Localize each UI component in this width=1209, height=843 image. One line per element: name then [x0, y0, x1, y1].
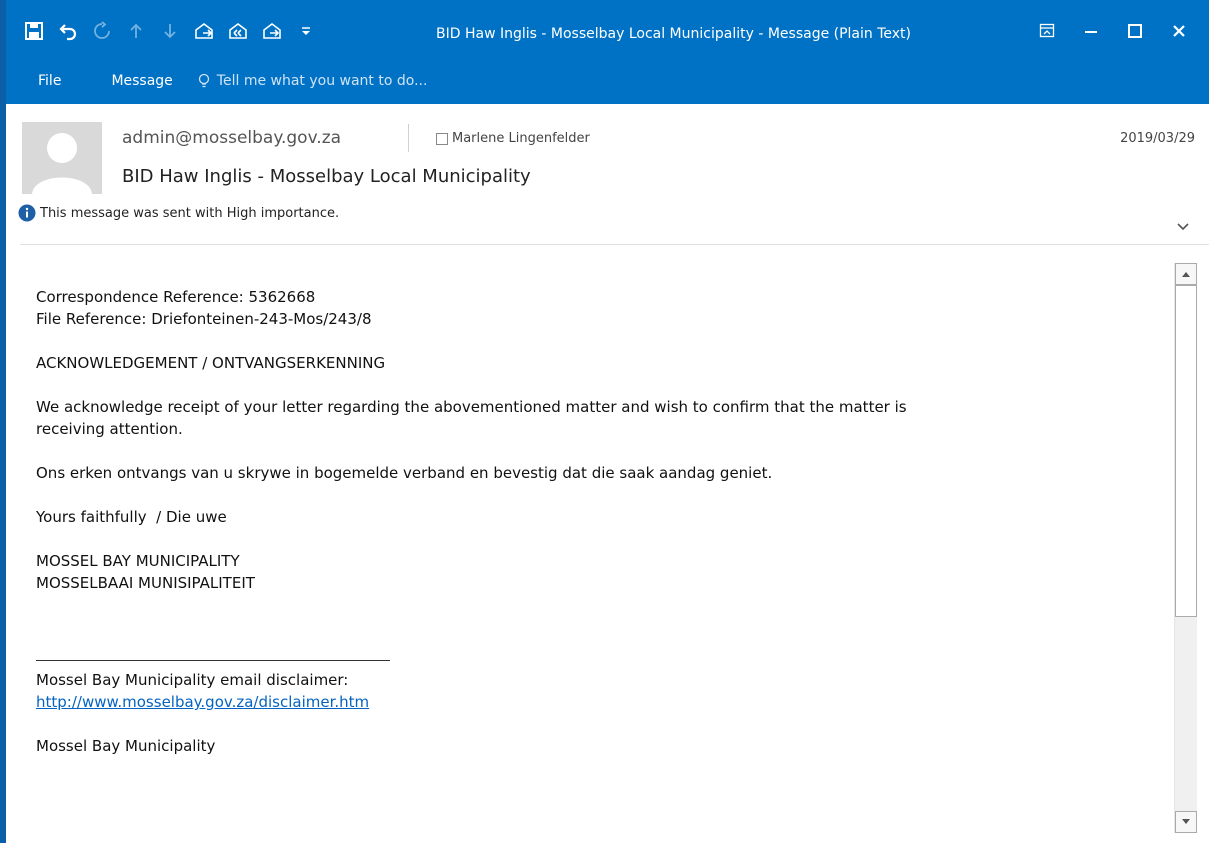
- disclaimer-link[interactable]: http://www.mosselbay.gov.za/disclaimer.h…: [36, 691, 907, 713]
- vertical-scrollbar[interactable]: [1174, 263, 1197, 833]
- header-divider: [20, 244, 1209, 245]
- message-header: admin@mosselbay.gov.za Marlene Lingenfel…: [6, 104, 1209, 250]
- sent-date: 2019/03/29: [1120, 131, 1195, 146]
- avatar: [22, 122, 102, 194]
- redo-icon[interactable]: [88, 17, 116, 45]
- window-controls: [1025, 17, 1201, 45]
- body-line: File Reference: Driefonteinen-243-Mos/24…: [36, 310, 372, 328]
- body-line: Mossel Bay Municipality: [36, 737, 216, 755]
- recipient[interactable]: Marlene Lingenfelder: [436, 131, 590, 146]
- lightbulb-icon: [198, 73, 209, 88]
- previous-item-icon[interactable]: [122, 17, 150, 45]
- signature-rule: [36, 660, 390, 661]
- importance-notice: This message was sent with High importan…: [18, 204, 339, 222]
- message-body-area: Correspondence Reference: 5362668 File R…: [6, 256, 1166, 843]
- forward-icon[interactable]: [258, 17, 286, 45]
- ribbon-tabs: File Message Tell me what you want to do…: [6, 66, 427, 96]
- body-line: receiving attention.: [36, 420, 183, 438]
- tab-file[interactable]: File: [6, 73, 89, 89]
- info-icon: [18, 204, 36, 222]
- ribbon-display-options-icon[interactable]: [1025, 17, 1069, 45]
- reply-icon[interactable]: [190, 17, 218, 45]
- body-line: Correspondence Reference: 5362668: [36, 288, 316, 306]
- save-icon[interactable]: [20, 17, 48, 45]
- undo-icon[interactable]: [54, 17, 82, 45]
- body-line: MOSSELBAAI MUNISIPALITEIT: [36, 574, 255, 592]
- chevron-down-icon[interactable]: [1175, 218, 1191, 234]
- header-separator: [408, 124, 409, 152]
- body-line: ACKNOWLEDGEMENT / ONTVANGSERKENNING: [36, 354, 386, 372]
- reply-all-icon[interactable]: [224, 17, 252, 45]
- title-bar: BID Haw Inglis - Mosselbay Local Municip…: [6, 0, 1209, 104]
- body-line: Ons erken ontvangs van u skrywe in bogem…: [36, 464, 773, 482]
- message-body: Correspondence Reference: 5362668 File R…: [36, 286, 907, 757]
- recipient-checkbox[interactable]: [436, 132, 448, 145]
- minimize-icon[interactable]: [1069, 17, 1113, 45]
- tell-me-placeholder: Tell me what you want to do...: [216, 73, 428, 89]
- body-line: Yours faithfully / Die uwe: [36, 508, 227, 526]
- close-icon[interactable]: [1157, 17, 1201, 45]
- person-icon: [32, 133, 92, 194]
- body-line: Mossel Bay Municipality email disclaimer…: [36, 671, 349, 689]
- tab-message[interactable]: Message: [89, 73, 190, 89]
- body-line: We acknowledge receipt of your letter re…: [36, 398, 907, 416]
- recipient-name: Marlene Lingenfelder: [452, 131, 590, 146]
- scrollbar-thumb[interactable]: [1175, 285, 1197, 617]
- customize-qat-icon[interactable]: [292, 17, 320, 45]
- scroll-up-icon[interactable]: [1175, 263, 1197, 285]
- message-subject: BID Haw Inglis - Mosselbay Local Municip…: [122, 166, 531, 187]
- scroll-down-icon[interactable]: [1175, 811, 1197, 833]
- tell-me-box[interactable]: Tell me what you want to do...: [197, 73, 428, 89]
- importance-text: This message was sent with High importan…: [40, 205, 340, 221]
- quick-access-toolbar: [20, 17, 326, 45]
- window-title: BID Haw Inglis - Mosselbay Local Municip…: [436, 26, 912, 42]
- sender-address[interactable]: admin@mosselbay.gov.za: [122, 128, 341, 148]
- body-line: MOSSEL BAY MUNICIPALITY: [36, 552, 240, 570]
- next-item-icon[interactable]: [156, 17, 184, 45]
- maximize-icon[interactable]: [1113, 17, 1157, 45]
